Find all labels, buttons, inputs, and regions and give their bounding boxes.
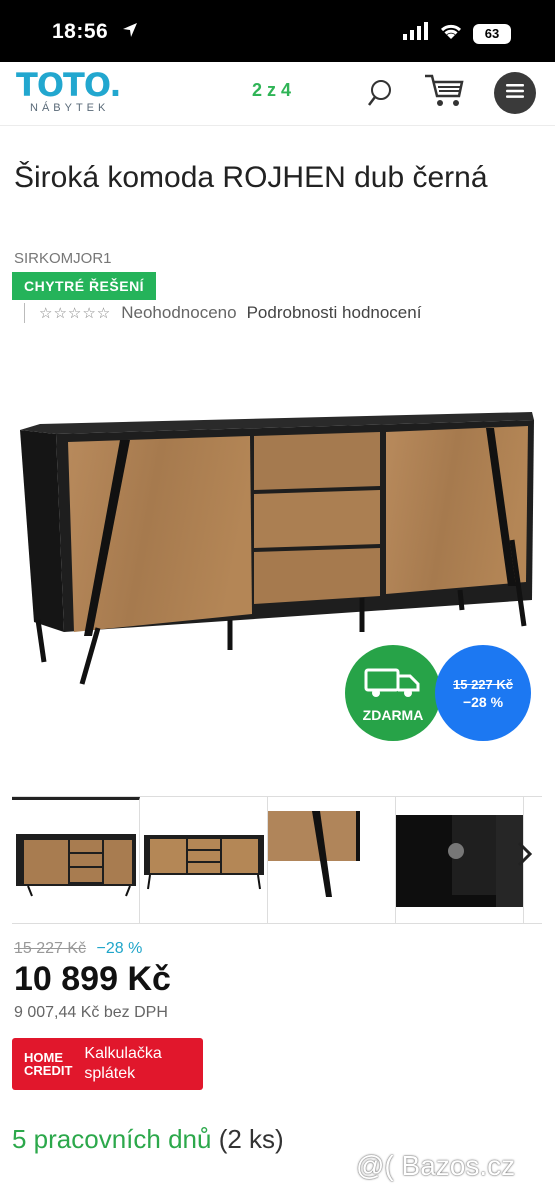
product-title: Široká komoda ROJHEN dub černá: [14, 161, 488, 194]
site-header: TOTO. NÁBYTEK 2 z 4: [0, 62, 555, 126]
battery-indicator: 63: [473, 23, 511, 44]
status-icons: 63: [403, 22, 511, 45]
page-counter: 2 z 4: [252, 80, 292, 100]
divider: [24, 303, 25, 323]
delivery-info: 5 pracovních dnů (2 ks): [12, 1124, 284, 1155]
product-sku: SIRKOMJOR1: [14, 250, 112, 267]
installment-calculator-label: Kalkulačka splátek: [84, 1044, 161, 1084]
thumbnail-4[interactable]: [396, 797, 524, 923]
delivery-quantity: (2 ks): [218, 1124, 284, 1154]
home-credit-logo-line2: CREDIT: [24, 1063, 73, 1078]
current-price: 10 899 Kč: [14, 960, 171, 998]
free-shipping-badge: ZDARMA: [345, 645, 441, 741]
old-price: 15 227 Kč: [14, 940, 87, 957]
installment-label-line2: splátek: [84, 1065, 136, 1082]
search-icon[interactable]: [366, 78, 394, 108]
menu-button[interactable]: [494, 72, 536, 114]
delivery-days: 5 pracovních dnů: [12, 1124, 212, 1154]
hamburger-icon: [506, 83, 524, 103]
signal-icon: [403, 22, 429, 45]
price-without-vat: 9 007,44 Kč bez DPH: [14, 1004, 168, 1021]
bazos-watermark: @( Bazos.cz: [356, 1150, 516, 1181]
discount-badge: 15 227 Kč −28 %: [435, 645, 531, 741]
installment-label-line1: Kalkulačka: [84, 1045, 162, 1062]
thumbnail-3[interactable]: [268, 797, 396, 923]
home-credit-logo: HOME CREDIT: [24, 1051, 72, 1077]
thumbnail-2[interactable]: [140, 797, 268, 923]
location-icon: [122, 22, 138, 43]
status-time: 18:56: [52, 20, 109, 43]
brand-logo[interactable]: TOTO. NÁBYTEK: [16, 66, 122, 114]
discount-badge-percent: −28 %: [462, 693, 504, 710]
logo-text: TOTO.: [16, 66, 122, 104]
thumbnail-1[interactable]: [12, 797, 140, 923]
status-bar: 18:56 63: [0, 0, 555, 62]
rating-details-link[interactable]: Podrobnosti hodnocení: [247, 303, 422, 323]
smart-solution-badge: CHYTRÉ ŘEŠENÍ: [12, 272, 157, 300]
truck-icon: [364, 664, 422, 705]
free-shipping-label: ZDARMA: [362, 706, 424, 723]
gallery-next-chevron-icon[interactable]: [516, 840, 534, 875]
wifi-icon: [439, 22, 463, 45]
discount-badge-old-price: 15 227 Kč: [453, 676, 513, 692]
thumbnail-gallery: [12, 796, 542, 924]
discount-percent: −28 %: [96, 940, 143, 957]
logo-subtitle: NÁBYTEK: [30, 102, 110, 114]
old-price-row: 15 227 Kč −28 %: [14, 940, 142, 958]
rating-row: ☆☆☆☆☆ Neohodnoceno Podrobnosti hodnocení: [24, 302, 421, 324]
rating-label: Neohodnoceno: [121, 303, 237, 322]
cart-icon[interactable]: [424, 72, 464, 110]
rating-stars-icon: ☆☆☆☆☆: [39, 305, 112, 322]
installment-calculator-button[interactable]: HOME CREDIT Kalkulačka splátek: [12, 1038, 203, 1090]
